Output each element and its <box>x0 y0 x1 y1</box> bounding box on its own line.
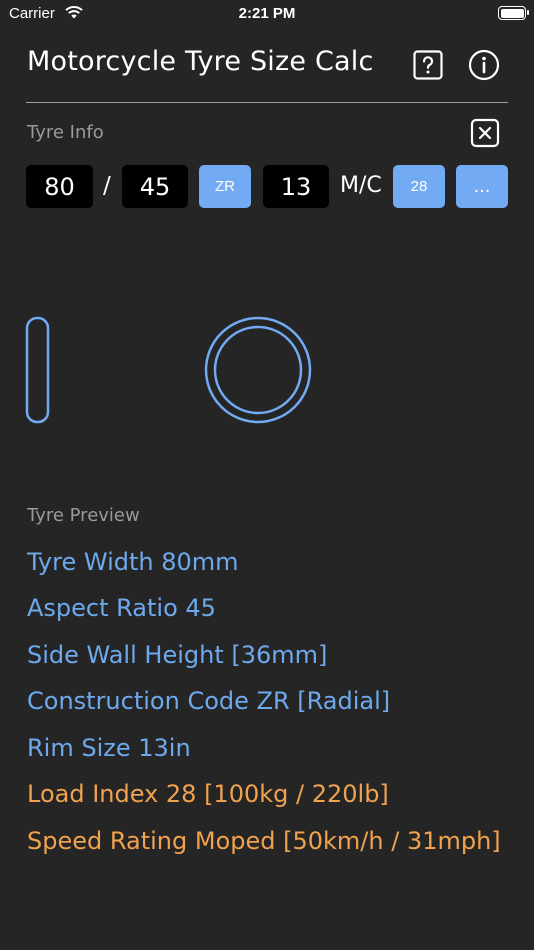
help-square-icon <box>413 50 443 80</box>
tyre-side-profile <box>25 316 50 424</box>
construction-code-line: Construction Code ZR [Radial] <box>27 687 391 715</box>
clear-button[interactable] <box>470 118 500 148</box>
close-square-icon <box>470 118 500 148</box>
tyre-preview-graphic <box>25 316 312 424</box>
header-divider <box>26 102 508 103</box>
tyre-width-line: Tyre Width 80mm <box>27 548 239 576</box>
tyre-info-label: Tyre Info <box>27 122 104 143</box>
width-field[interactable]: 80 <box>26 165 93 208</box>
info-button[interactable] <box>468 49 500 81</box>
speed-rating-button[interactable]: ... <box>456 165 508 208</box>
info-circle-icon <box>468 49 500 81</box>
aspect-ratio-field[interactable]: 45 <box>122 165 188 208</box>
aspect-ratio-line: Aspect Ratio 45 <box>27 594 216 622</box>
battery-icon <box>498 6 529 20</box>
tyre-outer-ring <box>204 316 312 424</box>
tyre-preview-label: Tyre Preview <box>27 505 140 526</box>
tyre-inner-ring <box>213 325 303 415</box>
load-index-line: Load Index 28 [100kg / 220lb] <box>27 780 389 808</box>
clock: 2:21 PM <box>238 5 296 22</box>
speed-rating-line: Speed Rating Moped [50km/h / 31mph] <box>27 827 501 855</box>
help-button[interactable] <box>412 49 444 81</box>
load-index-button[interactable]: 28 <box>393 165 445 208</box>
rim-size-field[interactable]: 13 <box>263 165 329 208</box>
construction-button[interactable]: ZR <box>199 165 251 208</box>
side-wall-height-line: Side Wall Height [36mm] <box>27 641 328 669</box>
separator-label: / <box>103 173 111 199</box>
rim-size-line: Rim Size 13in <box>27 734 191 762</box>
page-title: Motorcycle Tyre Size Calc <box>27 46 374 77</box>
mc-label: M/C <box>340 173 382 198</box>
status-bar: Carrier 2:21 PM <box>0 0 534 28</box>
